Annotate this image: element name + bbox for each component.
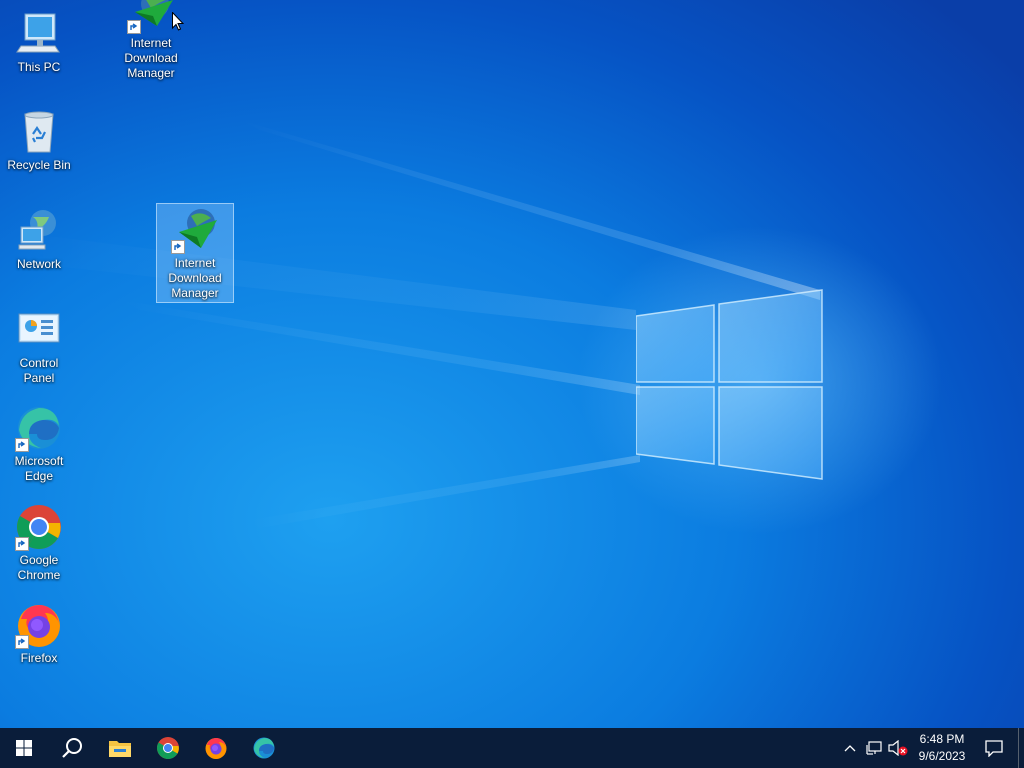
edge-icon [15, 404, 63, 452]
idm-icon [171, 206, 219, 254]
wallpaper-light-beams [0, 0, 1024, 728]
chrome-icon [15, 503, 63, 551]
control-panel-icon [15, 306, 63, 354]
firefox-icon [205, 738, 227, 759]
computer-icon [15, 10, 63, 58]
action-center-button[interactable] [974, 728, 1014, 768]
clock-date: 9/6/2023 [918, 749, 966, 763]
show-desktop-button[interactable] [1018, 728, 1024, 768]
volume-button[interactable] [886, 728, 910, 768]
windows-logo-wallpaper [635, 288, 824, 482]
desktop-icon-label: This PC [17, 60, 61, 74]
desktop-icon-firefox[interactable]: Firefox [3, 601, 75, 666]
shortcut-arrow-icon [127, 20, 141, 34]
recycle-bin-icon [15, 108, 63, 156]
desktop-icon-network[interactable]: Network [3, 207, 75, 272]
start-button[interactable] [0, 728, 48, 768]
desktop-icon-edge[interactable]: Microsoft Edge [3, 404, 75, 484]
search-icon [62, 738, 82, 758]
desktop-icon-chrome[interactable]: Google Chrome [3, 503, 75, 583]
network-wired-icon [866, 741, 882, 755]
desktop-icon-label: Microsoft Edge [14, 454, 64, 483]
desktop-icon-label: Control Panel [19, 356, 59, 385]
firefox-icon [15, 601, 63, 649]
chevron-up-icon [844, 745, 856, 752]
clock[interactable]: 6:48 PM 9/6/2023 [910, 728, 974, 768]
taskbar-firefox[interactable] [192, 728, 240, 768]
file-explorer-icon [109, 741, 131, 757]
desktop[interactable]: Internet Download Manager This PC Recycl… [0, 0, 1024, 728]
taskbar: 6:48 PM 9/6/2023 [0, 728, 1024, 768]
desktop-icon-idm-selected[interactable]: Internet Download Manager [156, 203, 234, 303]
desktop-icon-control-panel[interactable]: Control Panel [3, 306, 75, 386]
chrome-icon [157, 737, 179, 759]
show-hidden-icons-button[interactable] [838, 728, 862, 768]
mouse-cursor-icon [172, 11, 185, 31]
shortcut-arrow-icon [15, 635, 29, 649]
search-button[interactable] [48, 728, 96, 768]
network-icon [15, 207, 63, 255]
shortcut-arrow-icon [15, 537, 29, 551]
desktop-icon-label: Recycle Bin [7, 158, 71, 172]
taskbar-edge[interactable] [240, 728, 288, 768]
desktop-icon-recycle-bin[interactable]: Recycle Bin [3, 108, 75, 173]
desktop-icon-this-pc[interactable]: This PC [3, 10, 75, 75]
system-tray: 6:48 PM 9/6/2023 [838, 728, 1024, 768]
network-status-button[interactable] [862, 728, 886, 768]
start-icon [16, 740, 32, 756]
edge-icon [253, 737, 275, 759]
taskbar-file-explorer[interactable] [96, 728, 144, 768]
desktop-icon-label: Internet Download Manager [168, 256, 222, 300]
desktop-icon-label: Network [16, 257, 61, 271]
desktop-icon-label: Firefox [20, 651, 58, 665]
volume-muted-icon [888, 740, 908, 756]
desktop-icon-label: Google Chrome [17, 553, 61, 582]
action-center-icon [985, 740, 1003, 757]
shortcut-arrow-icon [171, 240, 185, 254]
shortcut-arrow-icon [15, 438, 29, 452]
clock-time: 6:48 PM [919, 732, 965, 746]
idm-icon [127, 0, 175, 34]
taskbar-chrome[interactable] [144, 728, 192, 768]
desktop-icon-label: Internet Download Manager [124, 36, 178, 80]
